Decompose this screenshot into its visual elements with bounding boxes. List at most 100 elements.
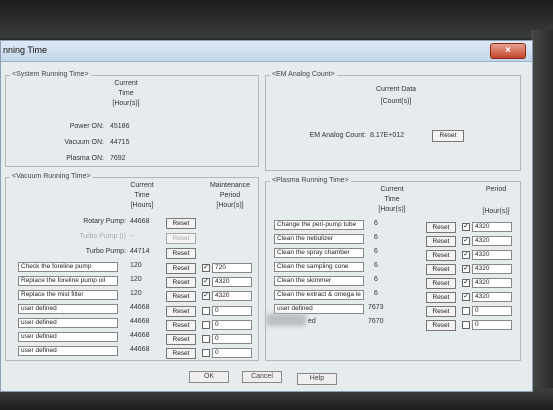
rotary-pump-reset-button[interactable]: Reset [166, 218, 196, 229]
system-running-time-label: <System Running Time> [10, 71, 91, 78]
plasma-item-reset-button[interactable]: Reset [426, 292, 456, 303]
vacuum-item-period[interactable]: 0 [212, 348, 252, 358]
vacuum-item-reset-button[interactable]: Reset [166, 334, 196, 345]
blurred-region [266, 314, 306, 326]
vacuum-item-checkbox[interactable] [202, 321, 210, 329]
plasma-item-reset-button[interactable]: Reset [426, 236, 456, 247]
vacuum-header-time: Time [134, 192, 150, 199]
plasma-item-reset-button[interactable]: Reset [426, 320, 456, 331]
vacuum-on-value: 44715 [110, 139, 130, 146]
turbo-pump-i-reset-button[interactable]: Reset [166, 233, 196, 244]
turbo-pump-i-label: Turbo Pump (I) [79, 233, 126, 240]
plasma-header-unit: [Hour(s)] [378, 206, 406, 213]
plasma-item-name[interactable]: Clean the nebulizer [274, 234, 364, 244]
plasma-on-value: 7692 [110, 155, 126, 162]
plasma-item-name-partial: ed [308, 318, 316, 325]
plasma-item-period[interactable]: 0 [472, 306, 512, 316]
plasma-item-name[interactable]: Change the peri-pump tube [274, 220, 364, 230]
plasma-item-period[interactable]: 4320 [472, 292, 512, 302]
plasma-item-period[interactable]: 4320 [472, 278, 512, 288]
turbo-pump-reset-button[interactable]: Reset [166, 248, 196, 259]
vacuum-item-reset-button[interactable]: Reset [166, 306, 196, 317]
plasma-item-name[interactable]: Clean the extract & omega le [274, 290, 364, 300]
plasma-item-reset-button[interactable]: Reset [426, 222, 456, 233]
plasma-running-time-group: <Plasma Running Time> Current Time [Hour… [265, 177, 521, 361]
plasma-item-checkbox[interactable]: ✓ [462, 279, 470, 287]
em-analog-count-field-label: EM Analog Count: [309, 132, 366, 139]
vacuum-item-reset-button[interactable]: Reset [166, 320, 196, 331]
vacuum-item-name[interactable]: Check the foreline pump [18, 262, 118, 272]
vacuum-item-reset-button[interactable]: Reset [166, 291, 196, 302]
plasma-item-reset-button[interactable]: Reset [426, 278, 456, 289]
vacuum-item-period[interactable]: 4320 [212, 291, 252, 301]
vacuum-item-checkbox[interactable]: ✓ [202, 292, 210, 300]
vacuum-item-name[interactable]: user defined [18, 332, 118, 342]
plasma-item-name[interactable]: Clean the spray chamber [274, 248, 364, 258]
plasma-item-checkbox[interactable]: ✓ [462, 293, 470, 301]
monitor-bezel-top [0, 0, 553, 38]
plasma-item-value: 6 [374, 248, 378, 255]
title-bar: nning Time × [1, 41, 532, 62]
plasma-item-period[interactable]: 4320 [472, 264, 512, 274]
plasma-item-period[interactable]: 0 [472, 320, 512, 330]
plasma-item-name[interactable]: user defined [274, 304, 364, 314]
rotary-pump-value: 44668 [130, 218, 150, 225]
vacuum-item-reset-button[interactable]: Reset [166, 263, 196, 274]
plasma-item-reset-button[interactable]: Reset [426, 306, 456, 317]
system-header-current: Current [114, 80, 138, 87]
plasma-item-reset-button[interactable]: Reset [426, 250, 456, 261]
cancel-button[interactable]: Cancel [242, 371, 282, 383]
turbo-pump-label: Turbo Pump: [85, 248, 126, 255]
plasma-item-value: 7673 [368, 304, 384, 311]
plasma-item-period[interactable]: 4320 [472, 222, 512, 232]
plasma-item-checkbox[interactable]: ✓ [462, 251, 470, 259]
vacuum-item-checkbox[interactable]: ✓ [202, 278, 210, 286]
plasma-item-checkbox[interactable] [462, 321, 470, 329]
plasma-item-value: 6 [374, 220, 378, 227]
running-time-dialog: nning Time × <System Running Time> Curre… [0, 40, 533, 392]
vacuum-item-value: 120 [130, 276, 142, 283]
vacuum-item-period[interactable]: 0 [212, 320, 252, 330]
em-header-unit: [Count(s)] [380, 98, 412, 105]
plasma-item-period[interactable]: 4320 [472, 236, 512, 246]
power-on-label: Power ON: [69, 123, 104, 130]
turbo-pump-i-value: -- [130, 233, 135, 240]
rotary-pump-label: Rotary Pump: [83, 218, 126, 225]
vacuum-item-checkbox[interactable] [202, 349, 210, 357]
plasma-item-checkbox[interactable]: ✓ [462, 237, 470, 245]
plasma-item-checkbox[interactable]: ✓ [462, 223, 470, 231]
ok-button[interactable]: OK [189, 371, 229, 383]
vacuum-item-name[interactable]: user defined [18, 346, 118, 356]
system-header-time: Time [118, 90, 134, 97]
vacuum-item-checkbox[interactable] [202, 335, 210, 343]
plasma-header-current: Current [380, 186, 404, 193]
vacuum-item-value: 44668 [130, 346, 150, 353]
plasma-item-name[interactable]: Clean the skimmer [274, 276, 364, 286]
plasma-item-reset-button[interactable]: Reset [426, 264, 456, 275]
maintenance-header: Maintenance [209, 182, 251, 189]
maintenance-header-unit: [Hour(s)] [216, 202, 244, 209]
vacuum-item-name[interactable]: Replace the mist filter [18, 290, 118, 300]
close-button[interactable]: × [490, 43, 526, 59]
vacuum-item-period[interactable]: 4320 [212, 277, 252, 287]
plasma-item-value: 7670 [368, 318, 384, 325]
vacuum-item-reset-button[interactable]: Reset [166, 348, 196, 359]
vacuum-item-period[interactable]: 0 [212, 334, 252, 344]
help-button[interactable]: Help [297, 373, 337, 385]
em-analog-count-value: 8.17E+012 [370, 132, 405, 139]
vacuum-item-name[interactable]: Replace the foreline pump oil [18, 276, 118, 286]
vacuum-item-period[interactable]: 720 [212, 263, 252, 273]
vacuum-item-checkbox[interactable]: ✓ [202, 264, 210, 272]
plasma-item-period[interactable]: 4320 [472, 250, 512, 260]
vacuum-header-unit: [Hours] [130, 202, 154, 209]
plasma-item-checkbox[interactable] [462, 307, 470, 315]
vacuum-item-period[interactable]: 0 [212, 306, 252, 316]
vacuum-item-name[interactable]: user defined [18, 304, 118, 314]
vacuum-item-reset-button[interactable]: Reset [166, 277, 196, 288]
vacuum-item-checkbox[interactable] [202, 307, 210, 315]
plasma-item-value: 6 [374, 290, 378, 297]
vacuum-item-name[interactable]: user defined [18, 318, 118, 328]
plasma-item-name[interactable]: Clean the sampling cone [274, 262, 364, 272]
plasma-item-checkbox[interactable]: ✓ [462, 265, 470, 273]
em-analog-reset-button[interactable]: Reset [432, 130, 464, 142]
